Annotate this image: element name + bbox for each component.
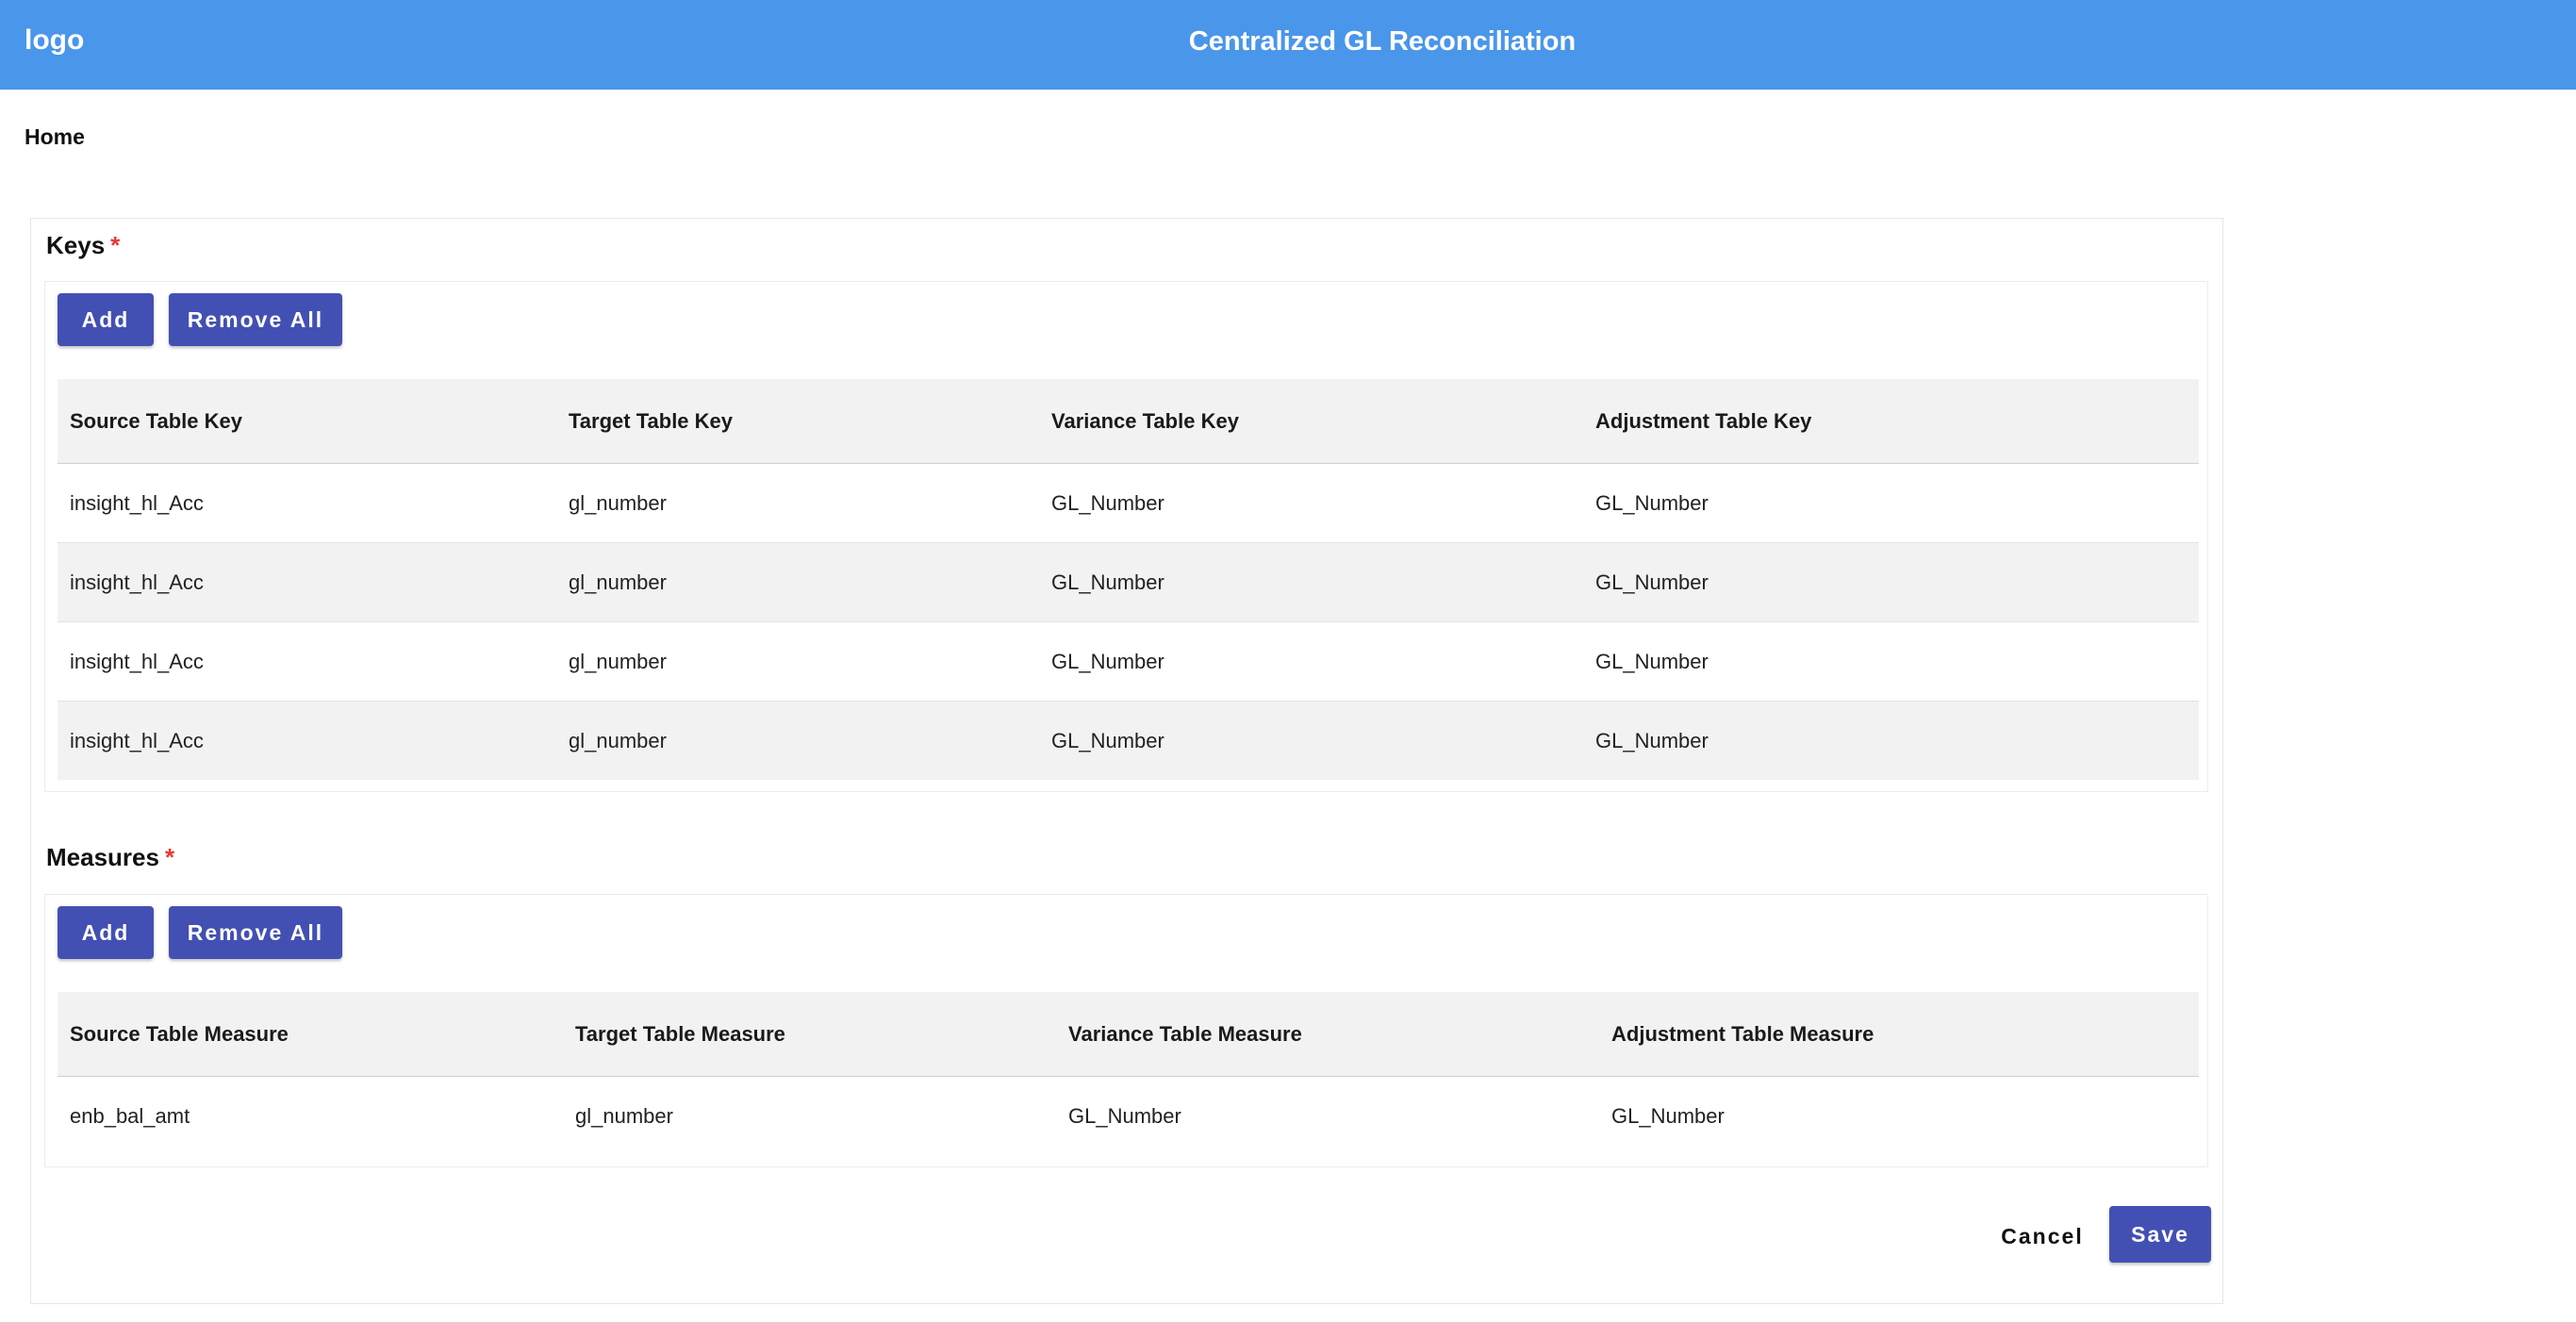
measures-title: Measures [46, 843, 159, 871]
table-cell: GL_Number [1611, 1103, 1725, 1128]
measures-add-button[interactable]: Add [58, 906, 154, 959]
table-cell: GL_Number [1039, 621, 1583, 702]
cancel-button[interactable]: Cancel [1990, 1208, 2094, 1264]
column-header[interactable]: Source Table Key [58, 379, 556, 464]
keys-table: Source Table Key Target Table Key Varian… [58, 379, 2199, 780]
table-cell: GL_Number [1039, 542, 1583, 622]
table-cell: insight_hl_Acc [58, 701, 556, 780]
table-cell: gl_number [556, 621, 1039, 702]
column-header[interactable]: Variance Table Key [1039, 379, 1583, 464]
keys-add-button[interactable]: Add [58, 293, 154, 346]
table-cell: GL_Number [1068, 1103, 1181, 1128]
column-header[interactable]: Variance Table Measure [1056, 992, 1599, 1077]
keys-remove-all-button[interactable]: Remove All [169, 293, 342, 346]
required-marker: * [164, 843, 175, 871]
table-cell: enb_bal_amt [70, 1103, 190, 1128]
table-header-row: Source Table Measure Target Table Measur… [58, 992, 2199, 1077]
table-cell: insight_hl_Acc [58, 463, 556, 543]
measures-table: Source Table Measure Target Table Measur… [58, 992, 2199, 1155]
app-header: logo Centralized GL Reconciliation [0, 0, 2576, 90]
table-row[interactable]: insight_hl_Acc gl_number GL_Number GL_Nu… [58, 621, 2199, 702]
table-cell: gl_number [575, 1103, 673, 1128]
table-cell: gl_number [556, 701, 1039, 780]
table-header-row: Source Table Key Target Table Key Varian… [58, 379, 2199, 464]
table-row[interactable]: insight_hl_Acc gl_number GL_Number GL_Nu… [58, 701, 2199, 780]
column-header[interactable]: Adjustment Table Key [1583, 379, 2199, 464]
table-cell: gl_number [556, 542, 1039, 622]
keys-card: Add Remove All Source Table Key Target T… [44, 281, 2208, 792]
table-cell: GL_Number [1583, 701, 2199, 780]
table-cell: GL_Number [1583, 621, 2199, 702]
table-row[interactable]: insight_hl_Acc gl_number GL_Number GL_Nu… [58, 463, 2199, 543]
table-cell: gl_number [556, 463, 1039, 543]
table-cell: GL_Number [1583, 542, 2199, 622]
table-row[interactable]: enb_bal_amt gl_number GL_Number GL_Numbe… [58, 1077, 2199, 1156]
table-row[interactable]: insight_hl_Acc gl_number GL_Number GL_Nu… [58, 542, 2199, 622]
app-title: Centralized GL Reconciliation [1188, 26, 1577, 57]
column-header[interactable]: Adjustment Table Measure [1599, 992, 2199, 1077]
save-button[interactable]: Save [2109, 1206, 2211, 1263]
measures-section-title: Measures * [46, 843, 174, 872]
table-cell: GL_Number [1039, 701, 1583, 780]
form-panel: Keys * Add Remove All Source Table Key Ta… [30, 218, 2223, 1304]
table-cell: GL_Number [1583, 463, 2199, 543]
measures-remove-all-button[interactable]: Remove All [169, 906, 342, 959]
table-cell: insight_hl_Acc [58, 621, 556, 702]
keys-section-title: Keys * [46, 231, 120, 260]
measures-card: Add Remove All Source Table Measure Targ… [44, 894, 2208, 1167]
breadcrumb-home[interactable]: Home [25, 124, 85, 150]
column-header[interactable]: Target Table Key [556, 379, 1039, 464]
required-marker: * [110, 231, 121, 259]
table-cell: insight_hl_Acc [58, 542, 556, 622]
column-header[interactable]: Source Table Measure [58, 992, 563, 1077]
keys-title: Keys [46, 231, 106, 259]
table-cell: GL_Number [1039, 463, 1583, 543]
column-header[interactable]: Target Table Measure [563, 992, 1056, 1077]
